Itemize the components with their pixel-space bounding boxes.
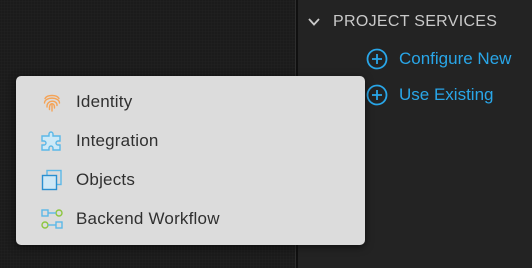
menu-item-integration[interactable]: Integration [16, 123, 365, 159]
section-title: PROJECT SERVICES [333, 13, 498, 30]
objects-icon [41, 169, 62, 191]
menu-item-label: Integration [76, 131, 159, 150]
menu-item-identity[interactable]: Identity [16, 84, 365, 120]
menu-item-label: Backend Workflow [76, 209, 220, 228]
use-existing-button[interactable]: Use Existing [366, 81, 493, 109]
fingerprint-icon [43, 94, 61, 112]
menu-item-label: Objects [76, 170, 136, 189]
menu-item-objects[interactable]: Objects [16, 162, 365, 198]
configure-new-label: Configure New [399, 49, 512, 68]
plus-circle-icon [366, 84, 388, 106]
menu-item-backend-workflow[interactable]: Backend Workflow [16, 201, 365, 237]
configure-new-button[interactable]: Configure New [366, 45, 511, 73]
plus-circle-icon [366, 48, 388, 70]
project-services-header[interactable]: PROJECT SERVICES [307, 8, 497, 36]
service-type-menu: Identity Integration Objects Backend Wor… [16, 76, 365, 245]
use-existing-label: Use Existing [399, 85, 494, 104]
chevron-down-icon [308, 18, 320, 26]
puzzle-icon [41, 131, 61, 151]
menu-item-label: Identity [76, 92, 133, 111]
workflow-icon [41, 209, 63, 229]
